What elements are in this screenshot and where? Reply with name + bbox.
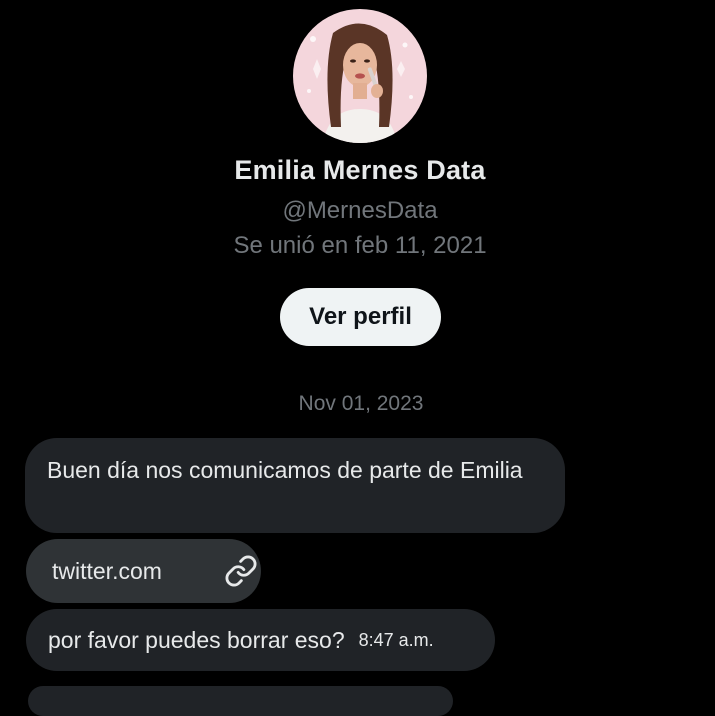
message-text: Buen día nos comunicamos de parte de Emi… [47,457,523,483]
link-icon [224,554,258,593]
message-text: por favor puedes borrar eso? [48,627,345,653]
message-timestamp: 8:47 a.m. [358,630,434,650]
profile-joined-date: Se unió en feb 11, 2021 [233,232,487,259]
conversation-date-separator: Nov 01, 2023 [298,392,424,415]
link-text: twitter.com [52,557,162,584]
profile-avatar[interactable] [293,9,427,143]
profile-name: Emilia Mernes Data [234,155,486,185]
profile-handle: @MernesData [282,197,438,224]
view-profile-button[interactable]: Ver perfil [280,288,441,346]
message-bubble[interactable]: por favor puedes borrar eso? 8:47 a.m. [26,609,495,671]
message-bubble[interactable]: Buen día nos comunicamos de parte de Emi… [25,438,565,533]
avatar-photo [293,9,427,143]
message-bubble-partial[interactable] [28,686,453,716]
link-preview-chip[interactable]: twitter.com [26,539,261,603]
